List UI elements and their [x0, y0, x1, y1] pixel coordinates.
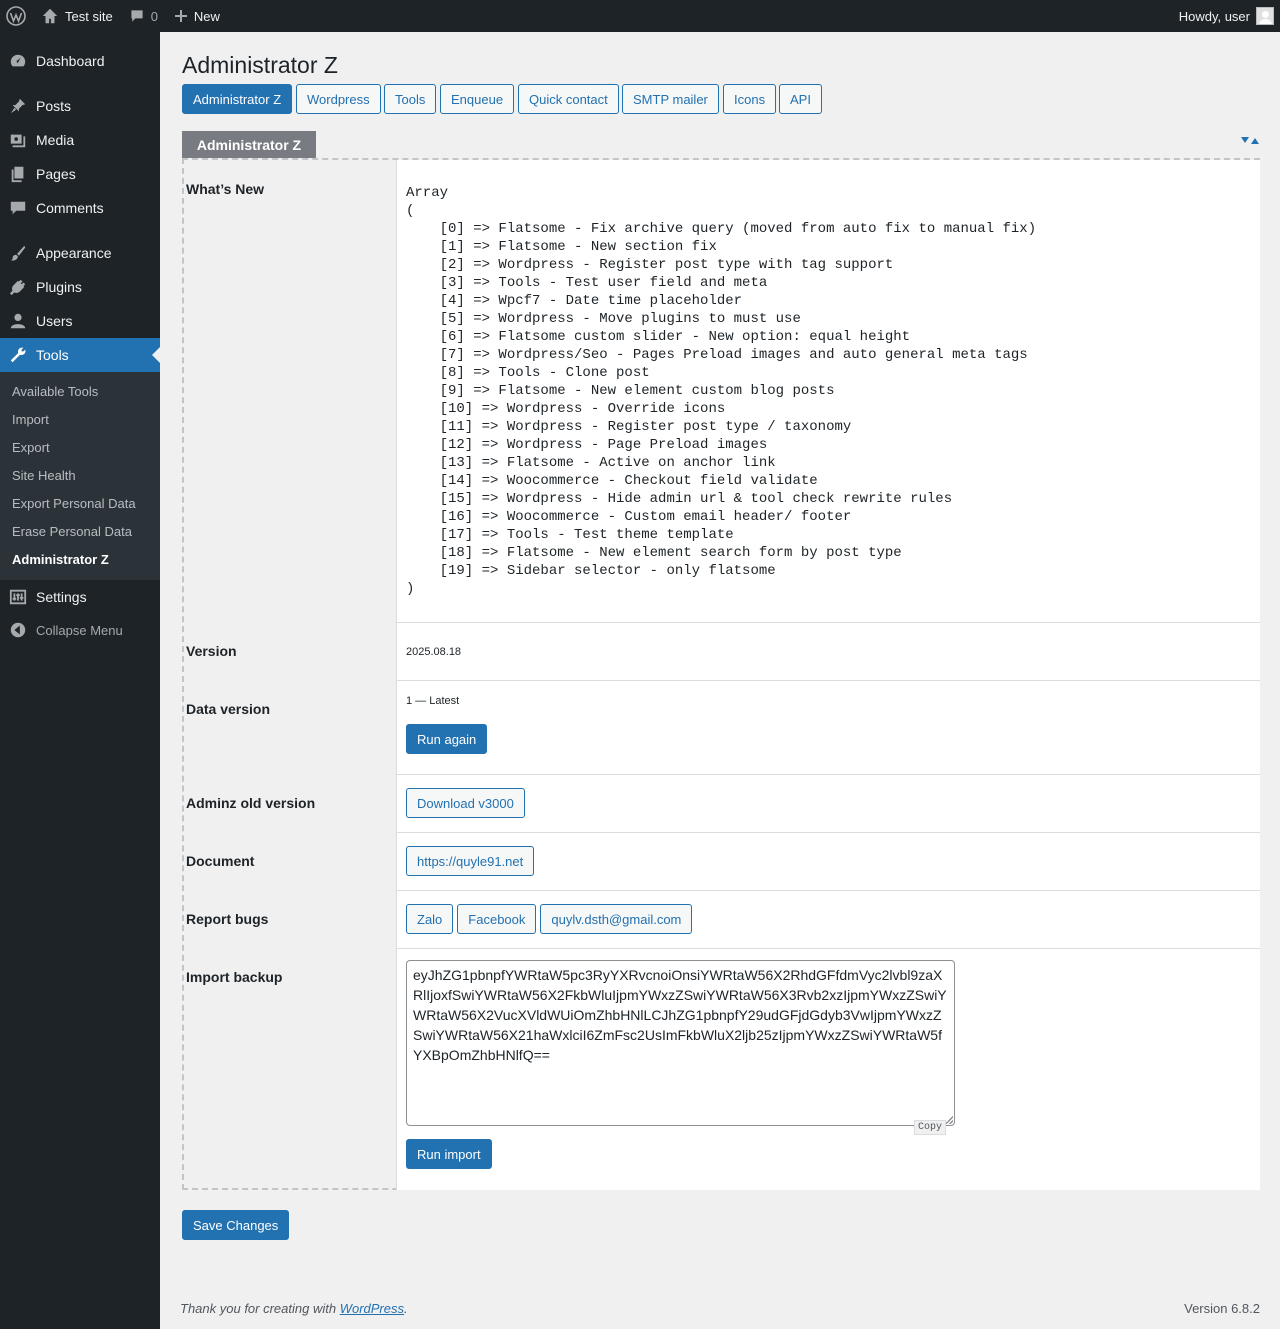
- collapse-menu-button[interactable]: Collapse Menu: [0, 613, 160, 647]
- wrench-icon: [10, 347, 26, 363]
- user-icon: [10, 313, 26, 329]
- media-icon: [10, 134, 26, 148]
- avatar: [1256, 7, 1274, 25]
- sidebar-item-label: Users: [36, 313, 73, 329]
- footer-thanks: Thank you for creating with WordPress.: [180, 1301, 408, 1316]
- document-link-button[interactable]: https://quyle91.net: [406, 846, 535, 876]
- download-v3000-button[interactable]: Download v3000: [406, 788, 525, 818]
- sidebar-item-label: Pages: [36, 166, 76, 182]
- wordpress-logo-icon[interactable]: [0, 0, 35, 32]
- comments-link[interactable]: 0: [121, 0, 166, 32]
- new-content-link[interactable]: New: [166, 0, 228, 32]
- pin-icon: [10, 98, 26, 114]
- submenu-item-export-personal-data[interactable]: Export Personal Data: [12, 496, 136, 511]
- sidebar-item-tools[interactable]: Tools: [0, 338, 160, 372]
- section-title-tab[interactable]: Administrator Z: [182, 131, 316, 159]
- comments-count: 0: [150, 8, 158, 24]
- toggle-arrows-icon[interactable]: [1241, 136, 1259, 146]
- submenu-item-available-tools[interactable]: Available Tools: [12, 384, 98, 399]
- old-version-label: Adminz old version: [186, 795, 316, 811]
- submenu-item-administrator-z[interactable]: Administrator Z: [12, 552, 109, 567]
- footer-version: Version 6.8.2: [1184, 1301, 1260, 1316]
- settings-panel: What’s New Array ( [0] => Flatsome - Fix…: [182, 158, 1260, 1190]
- pages-icon: [11, 166, 24, 183]
- tab-quick-contact[interactable]: Quick contact: [518, 84, 619, 114]
- sidebar-item-label: Tools: [36, 347, 69, 363]
- comment-icon: [10, 201, 26, 215]
- site-name: Test site: [65, 8, 113, 24]
- site-name-link[interactable]: Test site: [35, 0, 121, 32]
- sidebar-item-comments[interactable]: Comments: [0, 191, 160, 225]
- sidebar-item-label: Media: [36, 132, 75, 148]
- wordpress-link[interactable]: WordPress: [340, 1301, 404, 1316]
- sidebar-item-settings[interactable]: Settings: [0, 580, 160, 614]
- sidebar-item-label: Comments: [36, 200, 104, 216]
- tab-enqueue[interactable]: Enqueue: [440, 84, 515, 114]
- run-import-button[interactable]: Run import: [406, 1139, 492, 1169]
- home-icon: [42, 8, 58, 24]
- sidebar-item-label: Appearance: [36, 245, 112, 261]
- admin-bar: Test site 0 New Howdy, user: [0, 0, 1280, 32]
- zalo-button[interactable]: Zalo: [406, 904, 454, 934]
- sidebar-item-users[interactable]: Users: [0, 304, 160, 338]
- my-account-link[interactable]: Howdy, user: [1171, 0, 1280, 32]
- sidebar-item-pages[interactable]: Pages: [0, 157, 160, 191]
- import-backup-textarea[interactable]: eyJhZG1pbnpfYWRtaW5pc3RyYXRvcnoiOnsiYWRt…: [406, 960, 955, 1126]
- page-title: Administrator Z: [182, 52, 338, 78]
- howdy-text: Howdy, user: [1178, 8, 1250, 24]
- copy-button[interactable]: Copy: [914, 1120, 947, 1135]
- tab-api[interactable]: API: [779, 84, 822, 114]
- sidebar-item-label: Dashboard: [36, 53, 105, 69]
- import-backup-label: Import backup: [186, 969, 283, 985]
- admin-sidebar: Dashboard Posts Media Pages Comments App…: [0, 32, 160, 1329]
- main-content: Administrator Z Administrator Z Wordpres…: [160, 32, 1280, 1329]
- save-changes-button[interactable]: Save Changes: [182, 1210, 290, 1240]
- sidebar-item-label: Posts: [36, 98, 72, 114]
- version-label: Version: [186, 643, 237, 659]
- import-backup-value: eyJhZG1pbnpfYWRtaW5pc3RyYXRvcnoiOnsiYWRt…: [413, 967, 947, 1063]
- document-label: Document: [186, 853, 255, 869]
- report-bugs-label: Report bugs: [186, 911, 269, 927]
- collapse-menu-label: Collapse Menu: [36, 622, 123, 638]
- sidebar-item-dashboard[interactable]: Dashboard: [0, 44, 160, 78]
- tab-icons[interactable]: Icons: [723, 84, 777, 114]
- plus-icon: [174, 10, 187, 22]
- dashboard-icon: [10, 54, 26, 67]
- sidebar-item-plugins[interactable]: Plugins: [0, 270, 160, 304]
- run-again-button[interactable]: Run again: [406, 724, 488, 754]
- submenu-item-site-health[interactable]: Site Health: [12, 468, 76, 483]
- resize-handle[interactable]: [945, 1116, 953, 1124]
- sidebar-item-label: Settings: [36, 589, 87, 605]
- tab-administrator-z[interactable]: Administrator Z: [182, 84, 293, 114]
- sidebar-item-label: Plugins: [36, 279, 82, 295]
- tab-wordpress[interactable]: Wordpress: [296, 84, 381, 114]
- whats-new-label: What’s New: [186, 181, 265, 197]
- data-version-label: Data version: [186, 701, 271, 717]
- plug-icon: [9, 279, 26, 296]
- sidebar-item-media[interactable]: Media: [0, 123, 160, 157]
- comment-icon: [131, 10, 143, 22]
- sidebar-item-appearance[interactable]: Appearance: [0, 236, 160, 270]
- new-label: New: [193, 8, 220, 24]
- sidebar-item-posts[interactable]: Posts: [0, 89, 160, 123]
- whats-new-content: Array ( [0] => Flatsome - Fix archive qu…: [406, 185, 1037, 597]
- submenu-item-export[interactable]: Export: [12, 440, 50, 455]
- tab-tools[interactable]: Tools: [384, 84, 437, 114]
- facebook-button[interactable]: Facebook: [457, 904, 537, 934]
- submenu-item-import[interactable]: Import: [12, 412, 49, 427]
- collapse-icon: [10, 622, 26, 638]
- tools-submenu: Available Tools Import Export Site Healt…: [0, 372, 160, 580]
- email-button[interactable]: quylv.dsth@gmail.com: [540, 904, 693, 934]
- data-version-value: 1 — Latest: [406, 695, 460, 707]
- version-value: 2025.08.18: [406, 646, 462, 658]
- brush-icon: [10, 245, 26, 261]
- submenu-item-erase-personal-data[interactable]: Erase Personal Data: [12, 524, 132, 539]
- tab-smtp-mailer[interactable]: SMTP mailer: [622, 84, 719, 114]
- settings-icon: [9, 589, 27, 605]
